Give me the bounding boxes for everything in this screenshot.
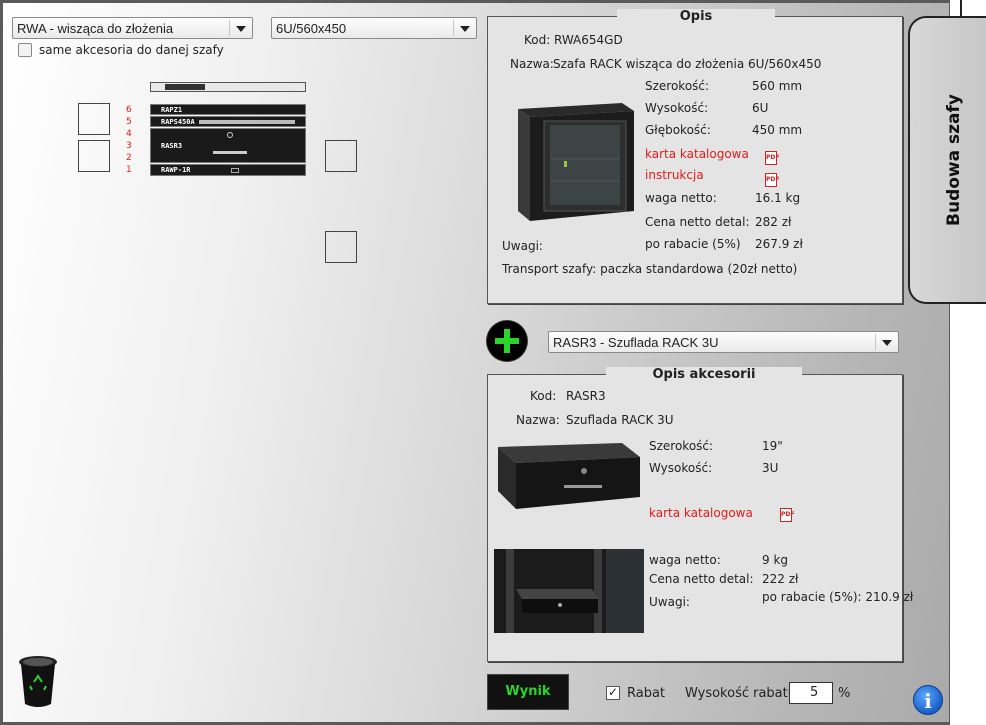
rack-unit-number: 2 <box>126 153 132 163</box>
opis-glebokosc-value: 450 mm <box>752 123 803 137</box>
tab-budowa-szafy-label: Budowa szafy <box>944 94 964 226</box>
socket-icon <box>231 168 239 173</box>
rack-unit-rawp1r[interactable]: RAWP-1R <box>150 164 306 176</box>
rack-top-vent <box>165 84 205 90</box>
rack-unit-number: 4 <box>126 129 132 139</box>
rack-unit-rasr3[interactable]: RASR3 <box>150 128 306 163</box>
cabinet-size-select[interactable]: 6U/560x450 <box>271 17 477 39</box>
chevron-down-icon <box>236 26 246 32</box>
tab-budowa-szafy[interactable]: Budowa szafy <box>908 16 986 304</box>
cabinet-size-value: 6U/560x450 <box>276 21 347 36</box>
akcesoria-kod-value: RASR3 <box>566 389 606 403</box>
rack-unit-number: 5 <box>126 117 132 127</box>
opis-szerokosc-value: 560 mm <box>752 79 803 93</box>
opis-kod-label: Kod: <box>524 33 551 47</box>
rack-unit-rapz1[interactable]: RAPZ1 <box>150 104 306 115</box>
drawer-in-rack-image <box>494 549 644 633</box>
drawer-product-image <box>498 443 640 509</box>
opis-wysokosc-label: Wysokość: <box>645 101 709 115</box>
rack-unit-number: 6 <box>126 105 132 115</box>
percent-label: % <box>838 686 851 701</box>
cabinet-product-image <box>518 103 634 221</box>
akcesoria-rabat-text: po rabacie (5%): 210.9 zł <box>762 590 914 604</box>
akcesoria-wysokosc-label: Wysokość: <box>649 461 713 475</box>
akcesoria-nazwa-value: Szuflada RACK 3U <box>566 413 674 427</box>
rack-unit-shelf <box>199 120 295 124</box>
akcesoria-nazwa-label: Nazwa: <box>516 413 560 427</box>
opis-uwagi-label: Uwagi: <box>502 239 543 253</box>
cabinet-type-value: RWA - wisząca do złożenia <box>17 21 174 36</box>
rack-unit-label: RAPS450A <box>161 118 195 126</box>
opis-waga-label: waga netto: <box>645 191 717 205</box>
right-slot-upper[interactable] <box>325 140 357 172</box>
opis-wysokosc-value: 6U <box>752 101 769 115</box>
rack-top-cover <box>150 82 306 92</box>
rack-unit-number: 3 <box>126 141 132 151</box>
pdf-icon[interactable]: PDF <box>780 508 794 522</box>
right-slot-lower[interactable] <box>325 231 357 263</box>
rack-unit-label: RAPZ1 <box>161 106 183 114</box>
pdf-icon[interactable]: PDF <box>765 173 779 187</box>
opis-karta-katalogowa-link[interactable]: karta katalogowa <box>645 147 749 161</box>
chevron-down-icon <box>460 26 470 32</box>
pdf-icon[interactable]: PDF <box>765 151 779 165</box>
opis-instrukcja-link[interactable]: instrukcja <box>645 168 704 182</box>
same-accessories-label: same akcesoria do danej szafy <box>39 43 224 57</box>
akcesoria-szerokosc-label: Szerokość: <box>649 439 714 453</box>
lock-icon <box>227 132 233 138</box>
rabat-percent-input[interactable]: 5 <box>789 682 833 704</box>
rabat-label: Rabat <box>627 686 666 701</box>
rack-unit-raps450a[interactable]: RAPS450A <box>150 116 306 127</box>
akcesoria-szerokosc-value: 19" <box>762 439 783 453</box>
accessory-select-value: RASR3 - Szuflada RACK 3U <box>553 335 719 350</box>
chevron-down-icon <box>882 340 892 346</box>
rack-unit-number: 1 <box>126 165 132 175</box>
opis-rabat-value: 267.9 zł <box>755 237 803 251</box>
rack-unit-label: RASR3 <box>161 142 183 150</box>
opis-cena-label: Cena netto detal: <box>645 215 750 229</box>
akcesoria-cena-value: 222 zł <box>762 572 799 586</box>
trash-icon[interactable] <box>18 654 58 708</box>
cabinet-type-select[interactable]: RWA - wisząca do złożenia <box>12 17 253 39</box>
akcesoria-title: Opis akcesorii <box>606 367 802 382</box>
opis-rabat-label: po rabacie (5%) <box>645 237 741 251</box>
akcesoria-waga-value: 9 kg <box>762 553 789 567</box>
wynik-button[interactable]: Wynik <box>487 674 569 710</box>
opis-transport-text: Transport szafy: paczka standardowa (20z… <box>502 262 798 276</box>
opis-kod-value: RWA654GD <box>554 33 623 47</box>
akcesoria-karta-katalogowa-link[interactable]: karta katalogowa <box>649 506 753 520</box>
opis-nazwa-label: Nazwa: <box>510 57 554 71</box>
opis-nazwa-value: Szafa RACK wisząca do złożenia 6U/560x45… <box>553 57 822 71</box>
same-accessories-checkbox[interactable] <box>18 43 32 57</box>
info-icon[interactable]: i <box>913 685 943 715</box>
rabat-checkbox[interactable]: ✓ <box>606 686 620 700</box>
akcesoria-waga-label: waga netto: <box>649 553 721 567</box>
opis-waga-value: 16.1 kg <box>755 191 801 205</box>
opis-panel: Opis Kod: RWA654GD Nazwa: Szafa RACK wis… <box>487 9 903 304</box>
opis-title: Opis <box>617 9 775 24</box>
akcesoria-uwagi-label: Uwagi: <box>649 595 690 609</box>
drawer-handle <box>213 151 247 154</box>
akcesoria-kod-label: Kod: <box>530 389 557 403</box>
add-accessory-button[interactable] <box>487 321 527 361</box>
akcesoria-panel: Opis akcesorii Kod: RASR3 Nazwa: Szuflad… <box>487 367 913 662</box>
opis-cena-value: 282 zł <box>755 215 792 229</box>
select-separator <box>453 20 454 36</box>
akcesoria-cena-label: Cena netto detal: <box>649 572 754 586</box>
opis-glebokosc-label: Głębokość: <box>645 123 711 137</box>
rack-unit-label: RAWP-1R <box>161 166 191 174</box>
select-separator <box>229 20 230 36</box>
left-slot-upper[interactable] <box>78 103 110 135</box>
left-slot-lower[interactable] <box>78 140 110 172</box>
wysokosc-rabatu-label: Wysokość rabatu: <box>685 686 801 701</box>
select-separator <box>875 334 876 350</box>
accessory-select[interactable]: RASR3 - Szuflada RACK 3U <box>548 331 899 353</box>
opis-szerokosc-label: Szerokość: <box>645 79 710 93</box>
akcesoria-wysokosc-value: 3U <box>762 461 779 475</box>
